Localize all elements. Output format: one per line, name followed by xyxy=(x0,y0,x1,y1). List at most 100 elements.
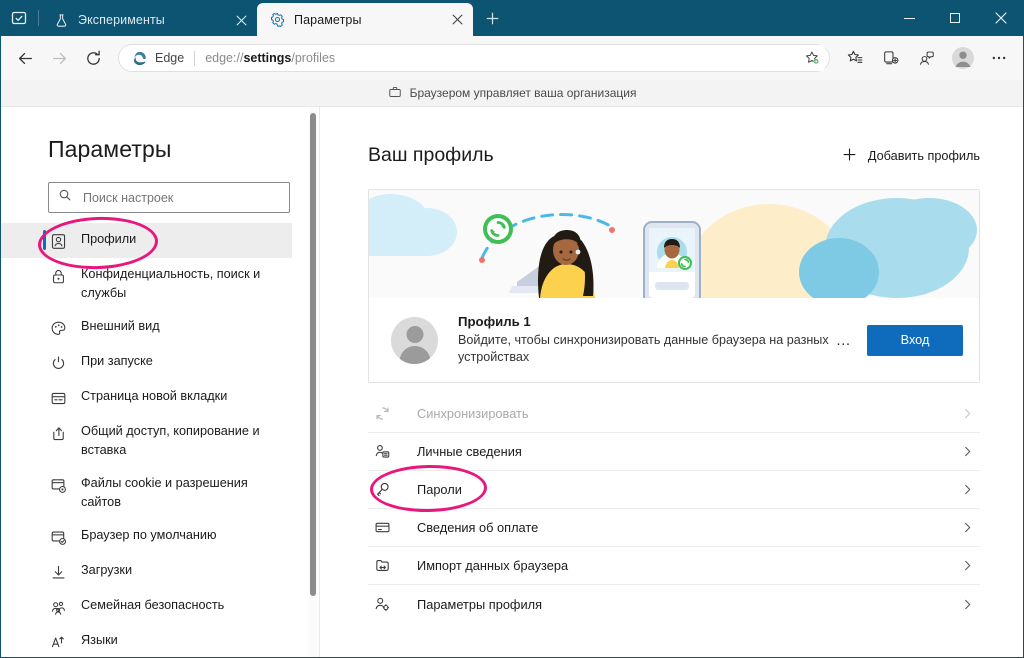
personal-info-icon xyxy=(372,442,392,462)
key-icon xyxy=(372,480,392,500)
section-title: Ваш профиль xyxy=(368,144,494,166)
chevron-right-icon xyxy=(958,522,976,533)
sidebar-item-label: Страница новой вкладки xyxy=(81,389,228,403)
sync-icon xyxy=(372,404,392,424)
url-text: edge://settings/profiles xyxy=(205,51,799,65)
edge-brand-label: Edge xyxy=(155,51,185,65)
address-separator xyxy=(194,50,196,66)
lock-icon xyxy=(48,266,68,286)
sidebar-item-appearance[interactable]: Внешний вид xyxy=(0,310,292,345)
sidebar-item-label: Файлы cookie и разрешения сайтов xyxy=(81,476,248,509)
search-input[interactable] xyxy=(83,190,273,205)
flask-icon xyxy=(53,12,69,28)
collections-icon[interactable] xyxy=(874,41,908,75)
settings-sidebar: Параметры Поиск настроек Профили Конфиде… xyxy=(0,107,320,658)
title-bar: Эксперименты Параметры xyxy=(0,0,1024,36)
tab-experiments[interactable]: Эксперименты xyxy=(41,4,257,36)
close-icon[interactable] xyxy=(445,8,469,32)
profile-description: Войдите, чтобы синхронизировать данные б… xyxy=(458,333,829,364)
sidebar-item-profiles[interactable]: Профили xyxy=(0,223,292,258)
main-header: Ваш профиль Добавить профиль xyxy=(320,107,1024,167)
sidebar-item-share[interactable]: Общий доступ, копирование и вставка xyxy=(0,415,292,467)
sign-in-button[interactable]: Вход xyxy=(867,324,963,356)
add-profile-label: Добавить профиль xyxy=(867,148,980,163)
search-icon xyxy=(58,188,72,207)
settings-row-payment-info[interactable]: Сведения об оплате xyxy=(368,509,980,547)
share-icon xyxy=(48,423,68,443)
sidebar-item-downloads[interactable]: Загрузки xyxy=(0,554,292,589)
sidebar-scrollbar-thumb[interactable] xyxy=(310,113,316,596)
tab-title: Эксперименты xyxy=(78,13,165,27)
sidebar-item-label: Внешний вид xyxy=(81,319,160,333)
palette-icon xyxy=(48,318,68,338)
profile-name: Профиль 1 xyxy=(458,314,531,329)
sidebar-item-label: Общий доступ, копирование и вставка xyxy=(81,424,260,457)
chevron-right-icon xyxy=(958,560,976,571)
sidebar-item-default-browser[interactable]: Браузер по умолчанию xyxy=(0,519,292,554)
profile-icon xyxy=(48,231,68,251)
profile-avatar[interactable] xyxy=(946,41,980,75)
briefcase-icon xyxy=(388,85,402,102)
search-box[interactable] xyxy=(48,182,290,213)
url-bold-segment: settings xyxy=(243,51,292,65)
sync-illustration xyxy=(369,190,979,298)
browser-essentials-icon[interactable] xyxy=(910,41,944,75)
close-icon[interactable] xyxy=(229,8,253,32)
settings-main-content: Ваш профиль Добавить профиль Профиль 1 В… xyxy=(320,107,1024,658)
profile-info: Профиль 1 Войдите, чтобы синхронизироват… xyxy=(458,314,829,366)
tab-actions-button[interactable] xyxy=(0,0,38,36)
sidebar-item-family-safety[interactable]: Семейная безопасность xyxy=(0,589,292,624)
cookie-icon xyxy=(48,475,68,495)
settings-row-personal-info[interactable]: Личные сведения xyxy=(368,433,980,471)
tab-strip: Эксперименты Параметры xyxy=(0,0,508,36)
add-profile-button[interactable]: Добавить профиль xyxy=(842,147,980,165)
sidebar-item-languages[interactable]: Языки xyxy=(0,624,292,658)
settings-page: Параметры Поиск настроек Профили Конфиде… xyxy=(0,107,1024,658)
download-icon xyxy=(48,562,68,582)
url-suffix: /profiles xyxy=(291,51,336,65)
sidebar-item-label: Языки xyxy=(81,633,118,647)
settings-row-sync[interactable]: Синхронизировать xyxy=(368,395,980,433)
chevron-right-icon xyxy=(958,484,976,495)
sidebar-item-privacy[interactable]: Конфиденциальность, поиск и службы xyxy=(0,258,292,310)
sidebar-item-label: Семейная безопасность xyxy=(81,598,225,612)
browser-toolbar: Edge edge://settings/profiles xyxy=(0,36,1024,80)
favorites-icon[interactable] xyxy=(838,41,872,75)
sidebar-nav-list: Профили Конфиденциальность, поиск и служ… xyxy=(0,223,320,658)
sidebar-item-label: Загрузки xyxy=(81,563,133,577)
sidebar-item-label: Конфиденциальность, поиск и службы xyxy=(81,267,261,300)
forward-button[interactable] xyxy=(42,41,76,75)
profile-more-button[interactable]: … xyxy=(829,325,859,355)
sidebar-item-newtab[interactable]: Страница новой вкладки xyxy=(0,380,292,415)
sidebar-item-startup[interactable]: При запуске xyxy=(0,345,292,380)
default-browser-icon xyxy=(48,527,68,547)
settings-rows-list: Синхронизировать Личные сведения Пароли … xyxy=(368,395,980,623)
profile-card: Профиль 1 Войдите, чтобы синхронизироват… xyxy=(368,189,980,383)
settings-row-passwords[interactable]: Пароли xyxy=(368,471,980,509)
add-favorite-icon[interactable] xyxy=(799,45,825,71)
tab-settings[interactable]: Параметры xyxy=(257,3,473,36)
sidebar-item-label: Профили xyxy=(81,232,137,246)
person-avatar-icon xyxy=(391,316,438,364)
plus-icon xyxy=(842,147,857,165)
new-tab-button[interactable] xyxy=(476,2,508,34)
power-icon xyxy=(48,353,68,373)
organization-banner: Браузером управляет ваша организация xyxy=(0,80,1024,107)
sidebar-item-cookies[interactable]: Файлы cookie и разрешения сайтов xyxy=(0,467,292,519)
address-bar[interactable]: Edge edge://settings/profiles xyxy=(118,44,830,72)
refresh-button[interactable] xyxy=(76,41,110,75)
settings-row-profile-preferences[interactable]: Параметры профиля xyxy=(368,585,980,623)
settings-row-import-data[interactable]: Импорт данных браузера xyxy=(368,547,980,585)
maximize-button[interactable] xyxy=(932,0,978,36)
minimize-button[interactable] xyxy=(886,0,932,36)
family-icon xyxy=(48,597,68,617)
browser-window: Эксперименты Параметры Edge edge://setti… xyxy=(0,0,1024,658)
back-button[interactable] xyxy=(8,41,42,75)
tab-title: Параметры xyxy=(294,12,362,27)
gear-icon xyxy=(269,12,285,28)
chevron-right-icon xyxy=(958,446,976,457)
more-icon[interactable] xyxy=(982,41,1016,75)
close-window-button[interactable] xyxy=(978,0,1024,36)
organization-banner-text: Браузером управляет ваша организация xyxy=(409,86,637,100)
language-icon xyxy=(48,632,68,652)
